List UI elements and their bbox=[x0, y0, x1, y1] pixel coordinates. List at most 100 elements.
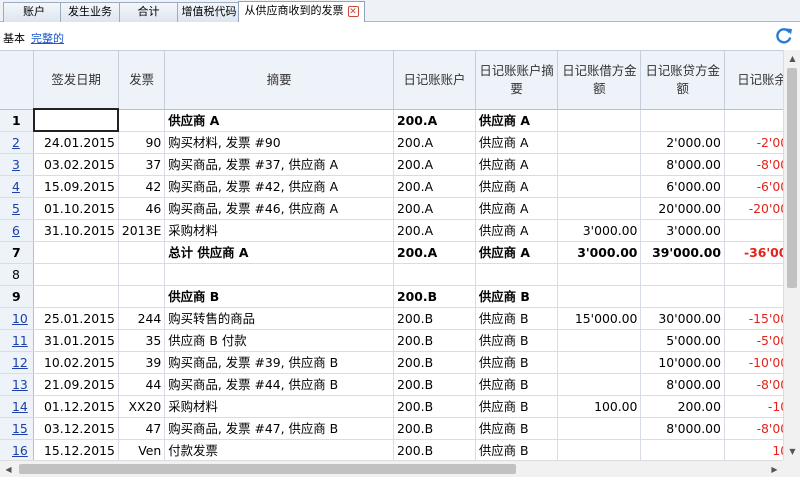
cell-account[interactable]: 200.B bbox=[393, 439, 476, 460]
cell-credit[interactable]: 200.00 bbox=[640, 395, 725, 418]
cell-invoice[interactable]: 44 bbox=[118, 373, 166, 396]
cell-invoice[interactable]: 42 bbox=[118, 175, 166, 198]
cell-date[interactable]: 10.02.2015 bbox=[33, 351, 119, 374]
vertical-scrollbar[interactable]: ▲ ▼ bbox=[783, 50, 800, 460]
cell-date[interactable]: 15.12.2015 bbox=[33, 439, 119, 460]
cell-date[interactable]: 03.02.2015 bbox=[33, 153, 119, 176]
cell-account-desc[interactable]: 供应商 B bbox=[475, 439, 559, 460]
cell-credit[interactable]: 30'000.00 bbox=[640, 307, 725, 330]
cell-description[interactable]: 购买商品, 发票 #46, 供应商 A bbox=[164, 197, 395, 220]
cell-debit[interactable]: 15'000.00 bbox=[557, 307, 642, 330]
cell-invoice[interactable]: 46 bbox=[118, 197, 166, 220]
cell-invoice[interactable]: 35 bbox=[118, 329, 166, 352]
col-header-credit[interactable]: 日记账贷方金额 bbox=[640, 51, 725, 110]
row-number-link[interactable]: 15 bbox=[12, 421, 28, 436]
cell-date[interactable]: 01.12.2015 bbox=[33, 395, 119, 418]
tab-supplier-invoices[interactable]: 从供应商收到的发票 ✕ bbox=[238, 1, 365, 23]
table-row[interactable]: 4 15.09.2015 42 购买商品, 发票 #42, 供应商 A 200.A 供应商… bbox=[0, 175, 800, 198]
table-row[interactable]: 7 总计 供应商 A 200.A 供应商 A 3'000.00 39'000.00 -36'… bbox=[0, 241, 800, 264]
cell-invoice[interactable]: Ven bbox=[118, 439, 166, 460]
tab-accounts[interactable]: 账户 bbox=[3, 2, 65, 22]
cell-invoice[interactable]: 90 bbox=[118, 131, 166, 154]
tab-vat-codes[interactable]: 增值税代码 bbox=[177, 2, 241, 22]
row-number[interactable]: 6 bbox=[0, 219, 35, 242]
row-number-link[interactable]: 2 bbox=[12, 135, 20, 150]
cell-date[interactable]: 24.01.2015 bbox=[33, 131, 119, 154]
cell-debit[interactable] bbox=[557, 109, 642, 132]
col-header-account[interactable]: 日记账账户 bbox=[393, 51, 476, 110]
table-row[interactable]: 11 31.01.2015 35 供应商 B 付款 200.B 供应商 B 5'000.00… bbox=[0, 329, 800, 352]
cell-invoice[interactable]: 39 bbox=[118, 351, 166, 374]
cell-credit[interactable]: 5'000.00 bbox=[640, 329, 725, 352]
row-number[interactable]: 2 bbox=[0, 131, 35, 154]
cell-account[interactable]: 200.B bbox=[393, 351, 476, 374]
cell-invoice[interactable] bbox=[118, 263, 166, 286]
row-number[interactable]: 8 bbox=[0, 263, 35, 286]
row-number-link[interactable]: 16 bbox=[12, 443, 28, 458]
cell-debit[interactable]: 3'000.00 bbox=[557, 219, 642, 242]
row-number-link[interactable]: 12 bbox=[12, 355, 28, 370]
row-number-link[interactable]: 13 bbox=[12, 377, 28, 392]
cell-credit[interactable]: 20'000.00 bbox=[640, 197, 725, 220]
cell-account[interactable]: 200.B bbox=[393, 329, 476, 352]
cell-debit[interactable] bbox=[557, 351, 642, 374]
cell-description[interactable]: 购买商品, 发票 #42, 供应商 A bbox=[164, 175, 395, 198]
cell-invoice[interactable] bbox=[118, 241, 166, 264]
cell-account[interactable]: 200.A bbox=[393, 175, 476, 198]
cell-date[interactable] bbox=[33, 241, 119, 264]
cell-description[interactable]: 供应商 B 付款 bbox=[164, 329, 395, 352]
cell-account-desc[interactable]: 供应商 A bbox=[475, 197, 559, 220]
cell-account-desc[interactable]: 供应商 B bbox=[475, 417, 559, 440]
cell-account[interactable] bbox=[393, 263, 476, 286]
view-full-link[interactable]: 完整的 bbox=[31, 30, 64, 46]
cell-description[interactable]: 购买商品, 发票 #47, 供应商 B bbox=[164, 417, 395, 440]
cell-description[interactable]: 购买材料, 发票 #90 bbox=[164, 131, 395, 154]
cell-account[interactable]: 200.B bbox=[393, 307, 476, 330]
row-number[interactable]: 5 bbox=[0, 197, 35, 220]
row-number[interactable]: 1 bbox=[0, 109, 35, 132]
cell-account[interactable]: 200.A bbox=[393, 109, 476, 132]
cell-account[interactable]: 200.A bbox=[393, 241, 476, 264]
cell-invoice[interactable]: XX20 bbox=[118, 395, 166, 418]
cell-credit[interactable] bbox=[640, 109, 725, 132]
row-number[interactable]: 15 bbox=[0, 417, 35, 440]
cell-account[interactable]: 200.B bbox=[393, 285, 476, 308]
cell-description[interactable]: 采购材料 bbox=[164, 395, 395, 418]
table-row[interactable]: 13 21.09.2015 44 购买商品, 发票 #44, 供应商 B 200.B 供应… bbox=[0, 373, 800, 396]
cell-date[interactable]: 31.10.2015 bbox=[33, 219, 119, 242]
cell-account[interactable]: 200.A bbox=[393, 219, 476, 242]
cell-description[interactable]: 付款发票 bbox=[164, 439, 395, 460]
row-number-link[interactable]: 6 bbox=[12, 223, 20, 238]
cell-date[interactable]: 01.10.2015 bbox=[33, 197, 119, 220]
cell-invoice[interactable]: 47 bbox=[118, 417, 166, 440]
cell-date[interactable] bbox=[33, 285, 119, 308]
cell-date[interactable] bbox=[33, 263, 119, 286]
cell-invoice[interactable] bbox=[118, 109, 166, 132]
close-icon[interactable]: ✕ bbox=[347, 5, 359, 17]
cell-account-desc[interactable]: 供应商 A bbox=[475, 219, 559, 242]
row-number[interactable]: 12 bbox=[0, 351, 35, 374]
cell-date[interactable]: 03.12.2015 bbox=[33, 417, 119, 440]
cell-description[interactable]: 供应商 A bbox=[164, 109, 395, 132]
horizontal-scroll-thumb[interactable] bbox=[19, 464, 516, 474]
table-row[interactable]: 14 01.12.2015 XX20 采购材料 200.B 供应商 B 100.00 200.… bbox=[0, 395, 800, 418]
cell-credit[interactable]: 39'000.00 bbox=[640, 241, 725, 264]
cell-account-desc[interactable]: 供应商 B bbox=[475, 285, 559, 308]
cell-credit[interactable]: 2'000.00 bbox=[640, 131, 725, 154]
cell-debit[interactable] bbox=[557, 153, 642, 176]
cell-debit[interactable]: 100.00 bbox=[557, 395, 642, 418]
cell-date[interactable]: 15.09.2015 bbox=[33, 175, 119, 198]
cell-debit[interactable] bbox=[557, 175, 642, 198]
cell-credit[interactable] bbox=[640, 263, 725, 286]
row-number-link[interactable]: 5 bbox=[12, 201, 20, 216]
cell-credit[interactable]: 8'000.00 bbox=[640, 417, 725, 440]
cell-account[interactable]: 200.A bbox=[393, 131, 476, 154]
cell-debit[interactable] bbox=[557, 329, 642, 352]
table-row[interactable]: 1 供应商 A 200.A 供应商 A bbox=[0, 108, 800, 132]
cell-account[interactable]: 200.A bbox=[393, 197, 476, 220]
cell-date[interactable]: 21.09.2015 bbox=[33, 373, 119, 396]
cell-description[interactable] bbox=[164, 263, 395, 286]
cell-invoice[interactable]: 244 bbox=[118, 307, 166, 330]
cell-description[interactable]: 购买商品, 发票 #44, 供应商 B bbox=[164, 373, 395, 396]
cell-account-desc[interactable]: 供应商 B bbox=[475, 307, 559, 330]
